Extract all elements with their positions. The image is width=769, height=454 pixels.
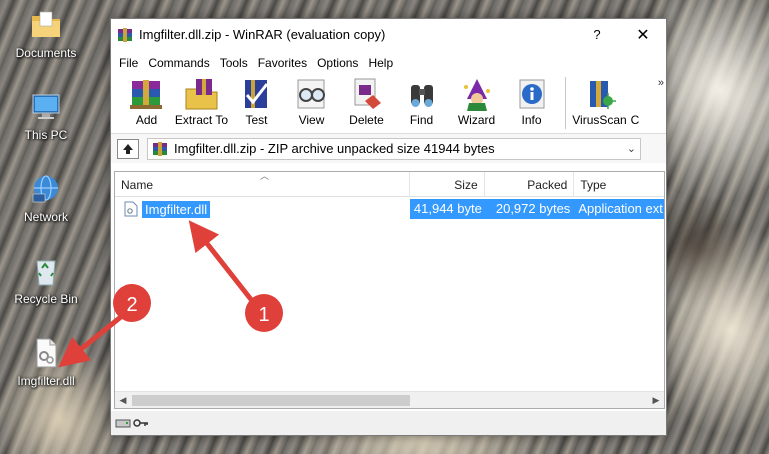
dll-file-icon [124,201,138,217]
info-label: Info [521,113,542,127]
add-label: Add [135,113,158,127]
menu-options[interactable]: Options [312,56,363,70]
menu-bar: File Commands Tools Favorites Options He… [111,50,666,75]
find-label: Find [409,113,434,127]
title-bar[interactable]: Imgfilter.dll.zip - WinRAR (evaluation c… [111,19,666,50]
virusscan-button[interactable]: VirusScan [572,75,627,133]
wizard-button[interactable]: Wizard [449,75,504,133]
key-icon [133,419,148,427]
dll-file-icon [36,338,57,368]
extract-to-button[interactable]: Extract To [174,75,229,133]
desktop-icon-label: Network [23,210,68,224]
wizard-label: Wizard [457,113,496,127]
address-bar: Imgfilter.dll.zip - ZIP archive unpacked… [111,133,666,163]
table-row[interactable]: Imgfilter.dll 41,944 byte 20,972 bytes A… [115,199,664,219]
status-bar [111,411,666,435]
file-list: ︿ Name Size Packed Type Imgfilter.dll 41… [114,171,665,409]
info-icon [519,79,544,109]
file-type: Application ext [574,199,664,219]
folder-documents-icon [32,11,60,37]
computer-icon [32,94,60,119]
info-button[interactable]: Info [504,75,559,133]
winrar-window: Imgfilter.dll.zip - WinRAR (evaluation c… [110,18,667,436]
wizard-icon [463,79,490,111]
comment-label: C [630,113,640,127]
toolbar-overflow-chevron-icon[interactable]: » [658,77,664,89]
view-label: View [298,113,325,127]
toolbar-separator [565,77,566,129]
virusscan-icon [589,81,616,109]
menu-help[interactable]: Help [363,56,398,70]
extract-to-label: Extract To [174,113,229,127]
menu-tools[interactable]: Tools [215,56,253,70]
add-icon [129,80,162,109]
column-header-packed[interactable]: Packed [485,172,575,197]
test-label: Test [245,113,268,127]
comment-button[interactable]: C [627,75,643,133]
comment-icon [627,77,643,113]
delete-button[interactable]: Delete [339,75,394,133]
window-title: Imgfilter.dll.zip - WinRAR (evaluation c… [139,27,386,42]
recycle-bin-icon [36,260,56,286]
file-packed-size: 20,972 bytes [484,199,575,219]
file-name: Imgfilter.dll [142,200,211,218]
desktop-icon-network[interactable]: Network [8,172,84,224]
network-icon [32,175,58,203]
find-icon [410,85,433,107]
menu-file[interactable]: File [114,56,143,70]
desktop-icon-label: This PC [24,128,68,142]
scroll-left-arrow-icon[interactable]: ◀ [115,393,131,408]
delete-label: Delete [349,113,384,127]
up-folder-button[interactable] [117,138,139,159]
menu-favorites[interactable]: Favorites [253,56,312,70]
file-size: 41,944 byte [409,199,485,219]
file-name-cell[interactable]: Imgfilter.dll [115,200,410,218]
menu-commands[interactable]: Commands [143,56,214,70]
chevron-down-icon[interactable]: ⌄ [627,142,636,155]
desktop-icon-label: Documents [15,46,77,60]
test-button[interactable]: Test [229,75,284,133]
delete-icon [354,78,381,109]
desktop-icon-label: Recycle Bin [14,292,78,306]
add-button[interactable]: Add [119,75,174,133]
column-header-size[interactable]: Size [410,172,485,197]
up-arrow-icon [123,143,133,154]
path-combo[interactable]: Imgfilter.dll.zip - ZIP archive unpacked… [147,137,641,160]
desktop-icon-label: Imgfilter.dll [17,374,75,388]
desktop-icon-documents[interactable]: Documents [8,8,84,60]
column-header-type[interactable]: Type [574,172,664,197]
path-text: Imgfilter.dll.zip - ZIP archive unpacked… [174,141,495,156]
view-button[interactable]: View [284,75,339,133]
virusscan-label: VirusScan [572,113,627,127]
scrollbar-thumb[interactable] [132,395,410,406]
view-icon [297,79,325,109]
scroll-right-arrow-icon[interactable]: ▶ [648,393,664,408]
desktop-icon-this-pc[interactable]: This PC [8,90,84,142]
archive-icon [153,141,167,156]
horizontal-scrollbar[interactable]: ◀ ▶ [115,391,664,408]
test-icon [244,80,268,108]
drive-icon [115,419,131,428]
close-button[interactable]: ✕ [620,19,666,50]
winrar-app-icon [118,27,132,42]
desktop-icon-dll-file[interactable]: Imgfilter.dll [8,336,84,388]
toolbar: Add Extract To Test View Delete Find Wiz… [111,75,666,133]
extract-to-icon [185,79,217,110]
sort-indicator-icon: ︿ [260,171,270,181]
help-button[interactable]: ? [574,19,620,50]
desktop-icon-recycle-bin[interactable]: Recycle Bin [8,254,84,306]
column-headers: ︿ Name Size Packed Type [115,172,664,197]
find-button[interactable]: Find [394,75,449,133]
